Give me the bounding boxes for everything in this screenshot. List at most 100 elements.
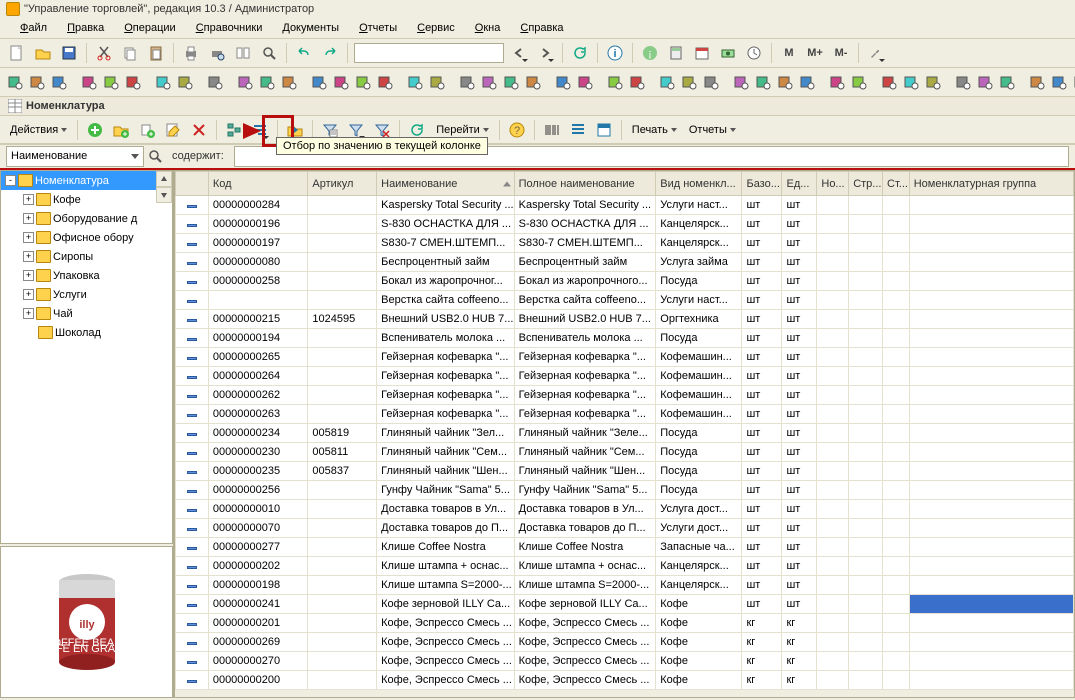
table-cell[interactable] bbox=[909, 557, 1073, 576]
i-icon[interactable]: i bbox=[604, 42, 626, 64]
table-row[interactable]: 00000000194Вспениватель молока ...Вспени… bbox=[176, 329, 1074, 348]
table-row[interactable]: 00000000010Доставка товаров в Ул...Доста… bbox=[176, 500, 1074, 519]
table-cell[interactable] bbox=[849, 348, 883, 367]
table-cell[interactable]: кг bbox=[782, 671, 817, 690]
table-cell[interactable] bbox=[909, 253, 1073, 272]
table-cell[interactable]: Услуги дост... bbox=[656, 519, 742, 538]
table-cell[interactable] bbox=[849, 443, 883, 462]
goto-dropdown[interactable]: Перейти bbox=[432, 124, 493, 136]
table-cell[interactable] bbox=[176, 405, 209, 424]
table-cell[interactable] bbox=[308, 272, 377, 291]
edit-icon[interactable] bbox=[162, 119, 184, 141]
table-cell[interactable] bbox=[176, 538, 209, 557]
m-plus-button[interactable]: M+ bbox=[804, 42, 826, 64]
table-cell[interactable]: Вспениватель молока ... bbox=[514, 329, 656, 348]
table-cell[interactable]: Канцелярск... bbox=[656, 557, 742, 576]
table-cell[interactable] bbox=[308, 405, 377, 424]
table-cell[interactable]: 00000000265 bbox=[208, 348, 308, 367]
toolbar-icon[interactable] bbox=[502, 71, 520, 93]
table-cell[interactable]: 00000000277 bbox=[208, 538, 308, 557]
table-cell[interactable]: Клише штампа S=2000-... bbox=[377, 576, 515, 595]
menu-item[interactable]: Окна bbox=[467, 20, 509, 36]
table-cell[interactable]: кг bbox=[742, 614, 782, 633]
table-cell[interactable] bbox=[176, 215, 209, 234]
table-cell[interactable] bbox=[849, 519, 883, 538]
table-cell[interactable]: шт bbox=[782, 519, 817, 538]
table-cell[interactable] bbox=[308, 215, 377, 234]
table-cell[interactable] bbox=[176, 272, 209, 291]
table-cell[interactable] bbox=[308, 519, 377, 538]
table-cell[interactable]: Гейзерная кофеварка "... bbox=[377, 405, 515, 424]
table-cell[interactable] bbox=[176, 196, 209, 215]
table-cell[interactable]: Кофемашин... bbox=[656, 405, 742, 424]
table-cell[interactable]: 00000000194 bbox=[208, 329, 308, 348]
table-cell[interactable] bbox=[176, 576, 209, 595]
table-cell[interactable] bbox=[883, 519, 910, 538]
table-cell[interactable]: Клише Coffee Nostra bbox=[377, 538, 515, 557]
table-cell[interactable]: Услуги наст... bbox=[656, 291, 742, 310]
toolbar-icon[interactable] bbox=[976, 71, 994, 93]
table-cell[interactable]: 00000000198 bbox=[208, 576, 308, 595]
toolbar-icon[interactable] bbox=[680, 71, 698, 93]
column-header[interactable]: Наименование bbox=[377, 172, 515, 196]
table-cell[interactable] bbox=[849, 310, 883, 329]
wrench-icon[interactable] bbox=[865, 42, 887, 64]
table-cell[interactable] bbox=[817, 462, 849, 481]
tree-row[interactable]: +Оборудование д bbox=[1, 209, 172, 228]
toolbar-icon[interactable] bbox=[1028, 71, 1046, 93]
table-cell[interactable]: Кофе, Эспрессо Смесь ... bbox=[514, 652, 656, 671]
table-row[interactable]: 00000000258Бокал из жаропрочног...Бокал … bbox=[176, 272, 1074, 291]
toolbar-icon[interactable] bbox=[50, 71, 68, 93]
table-cell[interactable]: шт bbox=[742, 234, 782, 253]
table-cell[interactable] bbox=[817, 291, 849, 310]
table-cell[interactable] bbox=[176, 329, 209, 348]
table-cell[interactable] bbox=[883, 348, 910, 367]
table-cell[interactable] bbox=[817, 329, 849, 348]
money-icon[interactable] bbox=[717, 42, 739, 64]
table-cell[interactable] bbox=[817, 424, 849, 443]
toolbar-icon[interactable] bbox=[258, 71, 276, 93]
table-cell[interactable] bbox=[817, 614, 849, 633]
table-cell[interactable] bbox=[883, 424, 910, 443]
table-cell[interactable]: Кофе bbox=[656, 652, 742, 671]
table-cell[interactable] bbox=[883, 386, 910, 405]
table-cell[interactable]: 00000000256 bbox=[208, 481, 308, 500]
table-cell[interactable]: Гейзерная кофеварка "... bbox=[377, 367, 515, 386]
table-cell[interactable]: шт bbox=[782, 348, 817, 367]
table-cell[interactable] bbox=[817, 253, 849, 272]
toolbar-icon[interactable] bbox=[124, 71, 142, 93]
table-cell[interactable]: шт bbox=[782, 253, 817, 272]
table-cell[interactable] bbox=[308, 234, 377, 253]
toolbar-icon[interactable] bbox=[206, 71, 224, 93]
toolbar-icon[interactable] bbox=[406, 71, 424, 93]
table-cell[interactable]: шт bbox=[742, 481, 782, 500]
table-cell[interactable]: шт bbox=[782, 500, 817, 519]
table-cell[interactable] bbox=[308, 481, 377, 500]
menu-item[interactable]: Отчеты bbox=[351, 20, 405, 36]
table-cell[interactable]: Бокал из жаропрочного... bbox=[514, 272, 656, 291]
tree-expand-icon[interactable]: - bbox=[5, 175, 16, 186]
table-cell[interactable]: шт bbox=[782, 424, 817, 443]
table-cell[interactable]: шт bbox=[742, 424, 782, 443]
column-header[interactable] bbox=[176, 172, 209, 196]
table-cell[interactable] bbox=[883, 652, 910, 671]
toolbar-icon[interactable] bbox=[524, 71, 542, 93]
table-cell[interactable] bbox=[176, 424, 209, 443]
table-cell[interactable]: шт bbox=[782, 310, 817, 329]
table-row[interactable]: 00000000264Гейзерная кофеварка "...Гейзе… bbox=[176, 367, 1074, 386]
toolbar-icon[interactable] bbox=[606, 71, 624, 93]
table-cell[interactable] bbox=[308, 367, 377, 386]
toolbar-icon[interactable] bbox=[236, 71, 254, 93]
table-cell[interactable] bbox=[817, 652, 849, 671]
toolbar-search-input[interactable] bbox=[354, 43, 504, 63]
table-cell[interactable]: шт bbox=[742, 557, 782, 576]
toolbar-icon[interactable] bbox=[732, 71, 750, 93]
table-cell[interactable]: шт bbox=[782, 595, 817, 614]
table-cell[interactable]: Кофе bbox=[656, 633, 742, 652]
table-cell[interactable]: 00000000262 bbox=[208, 386, 308, 405]
compare-icon[interactable] bbox=[232, 42, 254, 64]
actions-dropdown[interactable]: Действия bbox=[6, 124, 71, 136]
table-cell[interactable]: Kaspersky Total Security ... bbox=[514, 196, 656, 215]
table-cell[interactable]: Бокал из жаропрочног... bbox=[377, 272, 515, 291]
table-cell[interactable] bbox=[909, 367, 1073, 386]
